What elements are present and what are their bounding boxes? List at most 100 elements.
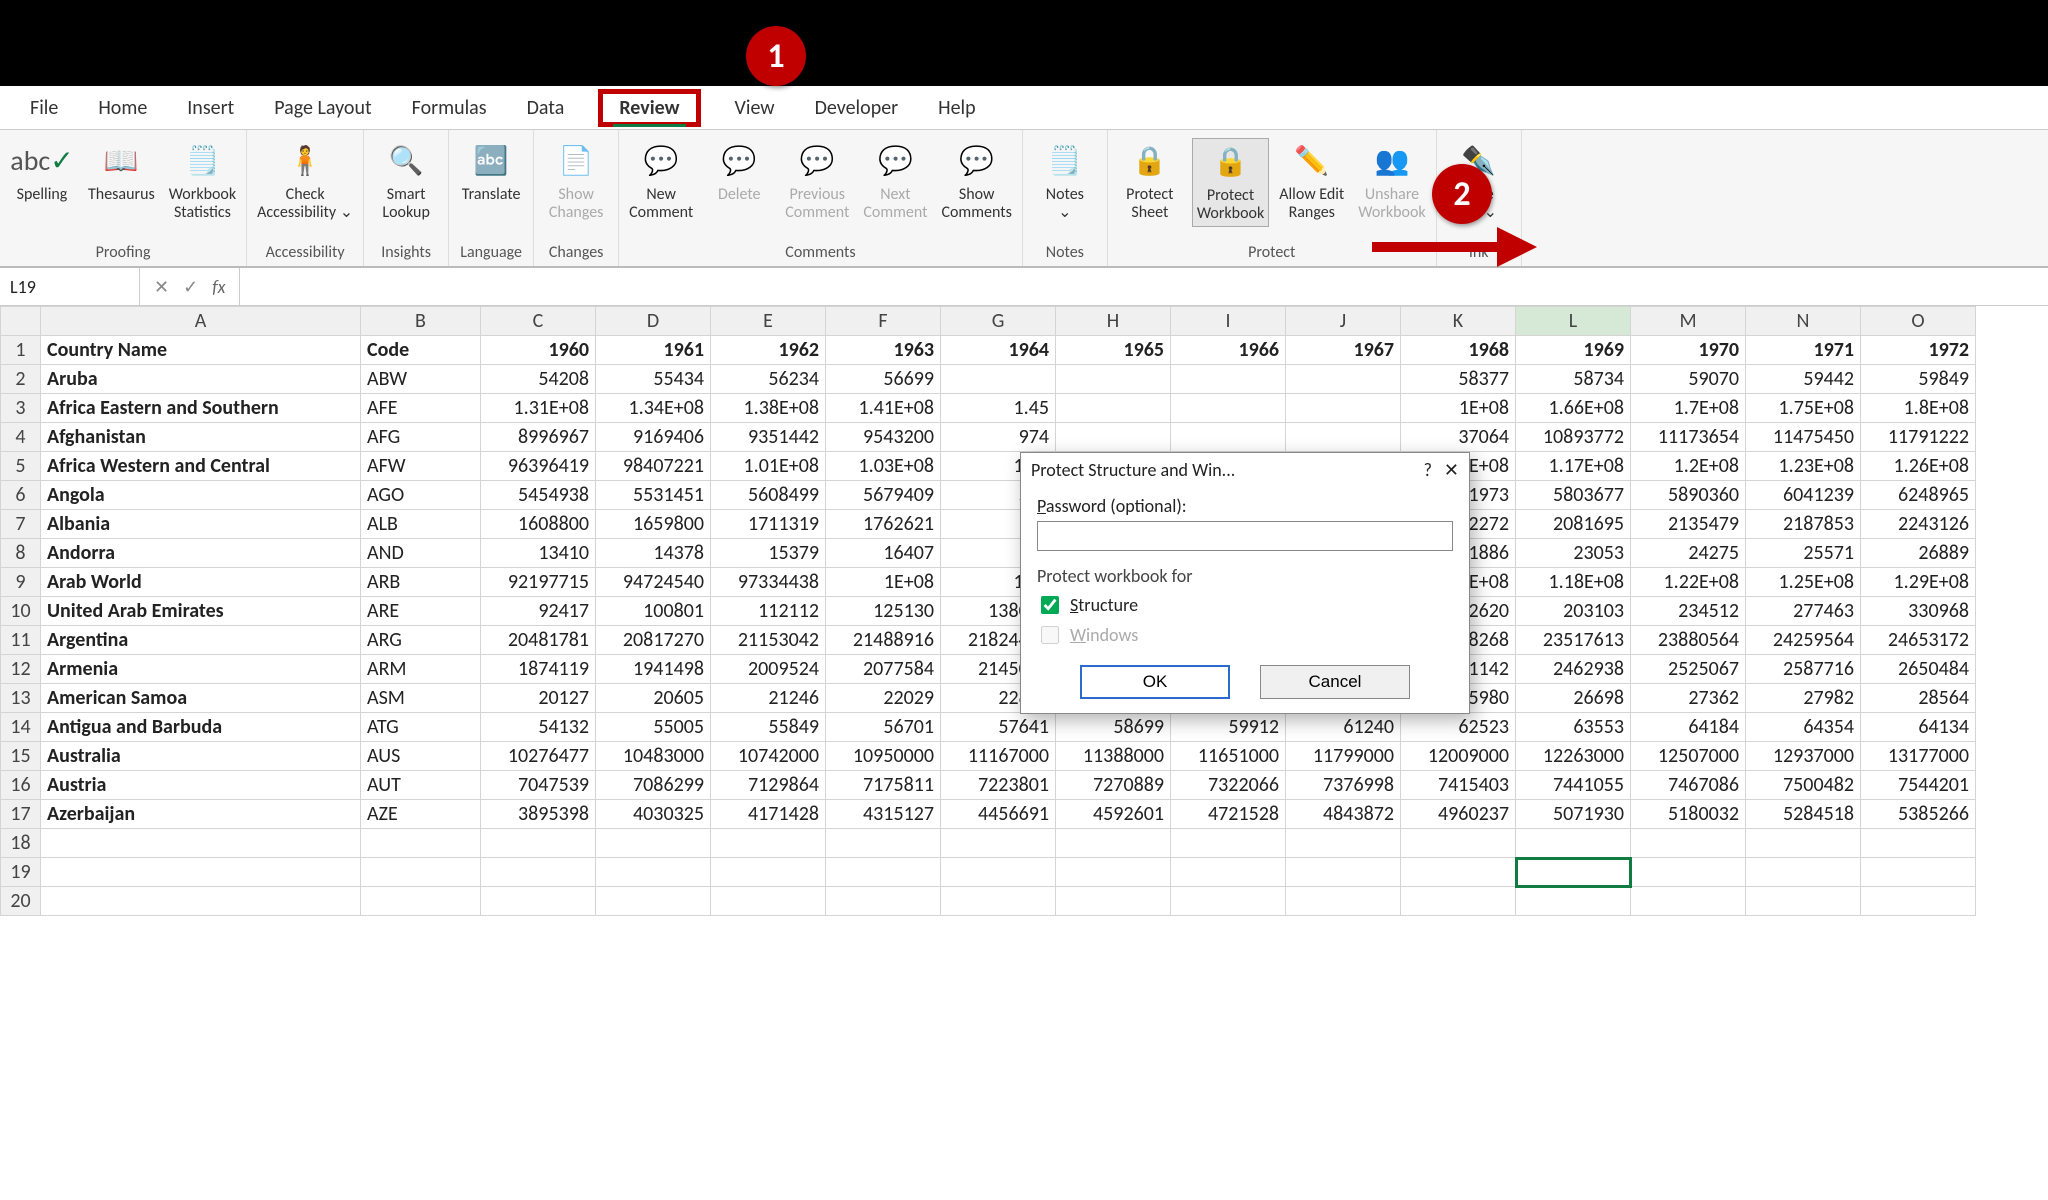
cell-value[interactable]: 1.8E+08 xyxy=(1861,394,1976,423)
cell-value[interactable]: 2525067 xyxy=(1631,655,1746,684)
cell-code[interactable]: AFG xyxy=(361,423,481,452)
cell-country[interactable]: Angola xyxy=(41,481,361,510)
cell-value[interactable]: 6248965 xyxy=(1861,481,1976,510)
name-box[interactable]: L19 xyxy=(0,268,140,305)
cell-value[interactable]: 14378 xyxy=(596,539,711,568)
tab-pagelayout[interactable]: Page Layout xyxy=(268,92,377,124)
cell-value[interactable] xyxy=(1171,394,1286,423)
cell-value[interactable]: 5284518 xyxy=(1746,800,1861,829)
protect-workbook-button[interactable]: 🔒 Protect Workbook xyxy=(1192,138,1269,227)
col-header-D[interactable]: D xyxy=(596,307,711,336)
cell-value[interactable]: 1E+08 xyxy=(826,568,941,597)
cell-value[interactable]: 24653172 xyxy=(1861,626,1976,655)
row-header[interactable]: 1 xyxy=(1,336,41,365)
cell-value[interactable]: 1.7E+08 xyxy=(1631,394,1746,423)
cell-value[interactable]: 1941498 xyxy=(596,655,711,684)
cell-value[interactable]: 1.2E+08 xyxy=(1631,452,1746,481)
cell-value[interactable]: 5180032 xyxy=(1631,800,1746,829)
fx-icon[interactable]: fx xyxy=(212,276,225,298)
cell-value[interactable]: 59070 xyxy=(1631,365,1746,394)
cell-value[interactable]: 2009524 xyxy=(711,655,826,684)
cell-code[interactable]: ASM xyxy=(361,684,481,713)
cell-value[interactable]: 8996967 xyxy=(481,423,596,452)
protect-sheet-button[interactable]: 🔒 Protect Sheet xyxy=(1114,138,1186,225)
cell-empty[interactable] xyxy=(1171,858,1286,887)
cell-empty[interactable] xyxy=(1056,829,1171,858)
cell-value[interactable]: 1.34E+08 xyxy=(596,394,711,423)
cell-value[interactable]: 10483000 xyxy=(596,742,711,771)
col-header-C[interactable]: C xyxy=(481,307,596,336)
smart-lookup-button[interactable]: 🔍 Smart Lookup xyxy=(370,138,442,225)
cell-value[interactable]: 54132 xyxy=(481,713,596,742)
cell-value[interactable] xyxy=(1056,394,1171,423)
cell-value[interactable]: 5454938 xyxy=(481,481,596,510)
cell-code[interactable]: AGO xyxy=(361,481,481,510)
cell-value[interactable]: 3895398 xyxy=(481,800,596,829)
row-header[interactable]: 3 xyxy=(1,394,41,423)
cell-empty[interactable] xyxy=(1286,858,1401,887)
cell-value[interactable]: 5803677 xyxy=(1516,481,1631,510)
cell-value[interactable]: 23053 xyxy=(1516,539,1631,568)
header-year[interactable]: 1960 xyxy=(481,336,596,365)
cell-empty[interactable] xyxy=(1401,858,1516,887)
cell-country[interactable]: Afghanistan xyxy=(41,423,361,452)
cell-value[interactable]: 12263000 xyxy=(1516,742,1631,771)
cell-value[interactable]: 55005 xyxy=(596,713,711,742)
header-year[interactable]: 1970 xyxy=(1631,336,1746,365)
cell-value[interactable]: 15379 xyxy=(711,539,826,568)
cell-code[interactable]: AFE xyxy=(361,394,481,423)
cell-value[interactable]: 9169406 xyxy=(596,423,711,452)
cell-value[interactable]: 1.26E+08 xyxy=(1861,452,1976,481)
cell-value[interactable]: 4721528 xyxy=(1171,800,1286,829)
cell-value[interactable]: 11173654 xyxy=(1631,423,1746,452)
cell-value[interactable]: 10950000 xyxy=(826,742,941,771)
cell-code[interactable]: AUT xyxy=(361,771,481,800)
cell-value[interactable]: 5385266 xyxy=(1861,800,1976,829)
cell-code[interactable]: ARG xyxy=(361,626,481,655)
cell-value[interactable]: 11167000 xyxy=(941,742,1056,771)
cell-value[interactable]: 56699 xyxy=(826,365,941,394)
cell-value[interactable]: 2187853 xyxy=(1746,510,1861,539)
cell-value[interactable]: 2587716 xyxy=(1746,655,1861,684)
tab-help[interactable]: Help xyxy=(932,92,982,124)
cell-value[interactable]: 5608499 xyxy=(711,481,826,510)
cell-country[interactable]: Armenia xyxy=(41,655,361,684)
row-header[interactable]: 15 xyxy=(1,742,41,771)
header-year[interactable]: 1965 xyxy=(1056,336,1171,365)
row-header[interactable]: 18 xyxy=(1,829,41,858)
cell-empty[interactable] xyxy=(1286,887,1401,916)
cell-value[interactable]: 1608800 xyxy=(481,510,596,539)
cell-value[interactable]: 20127 xyxy=(481,684,596,713)
show-comments-button[interactable]: 💬 Show Comments xyxy=(937,138,1015,225)
tab-file[interactable]: File xyxy=(24,92,64,124)
cell-value[interactable]: 5531451 xyxy=(596,481,711,510)
cell-value[interactable]: 24275 xyxy=(1631,539,1746,568)
cell-value[interactable]: 10893772 xyxy=(1516,423,1631,452)
tab-insert[interactable]: Insert xyxy=(181,92,240,124)
cell-value[interactable]: 22029 xyxy=(826,684,941,713)
cell-value[interactable]: 98407221 xyxy=(596,452,711,481)
cell-value[interactable]: 13177000 xyxy=(1861,742,1976,771)
cell-value[interactable]: 64134 xyxy=(1861,713,1976,742)
cell-value[interactable]: 1.22E+08 xyxy=(1631,568,1746,597)
col-header-M[interactable]: M xyxy=(1631,307,1746,336)
header-year[interactable]: 1972 xyxy=(1861,336,1976,365)
cell-value[interactable]: 24259564 xyxy=(1746,626,1861,655)
cell-value[interactable]: 58734 xyxy=(1516,365,1631,394)
header-country[interactable]: Country Name xyxy=(41,336,361,365)
cell-value[interactable]: 7175811 xyxy=(826,771,941,800)
cell-value[interactable]: 58699 xyxy=(1056,713,1171,742)
workbook-stats-button[interactable]: 🗒️ Workbook Statistics xyxy=(165,138,240,225)
cell-value[interactable]: 9543200 xyxy=(826,423,941,452)
col-header-E[interactable]: E xyxy=(711,307,826,336)
cell-code[interactable]: ALB xyxy=(361,510,481,539)
row-header[interactable]: 10 xyxy=(1,597,41,626)
cell-value[interactable]: 62523 xyxy=(1401,713,1516,742)
cell-empty[interactable] xyxy=(596,858,711,887)
row-header[interactable]: 4 xyxy=(1,423,41,452)
cell-value[interactable]: 96396419 xyxy=(481,452,596,481)
tab-view[interactable]: View xyxy=(729,92,781,124)
cell-value[interactable]: 92417 xyxy=(481,597,596,626)
cell-empty[interactable] xyxy=(361,858,481,887)
active-cell[interactable] xyxy=(1516,858,1631,887)
